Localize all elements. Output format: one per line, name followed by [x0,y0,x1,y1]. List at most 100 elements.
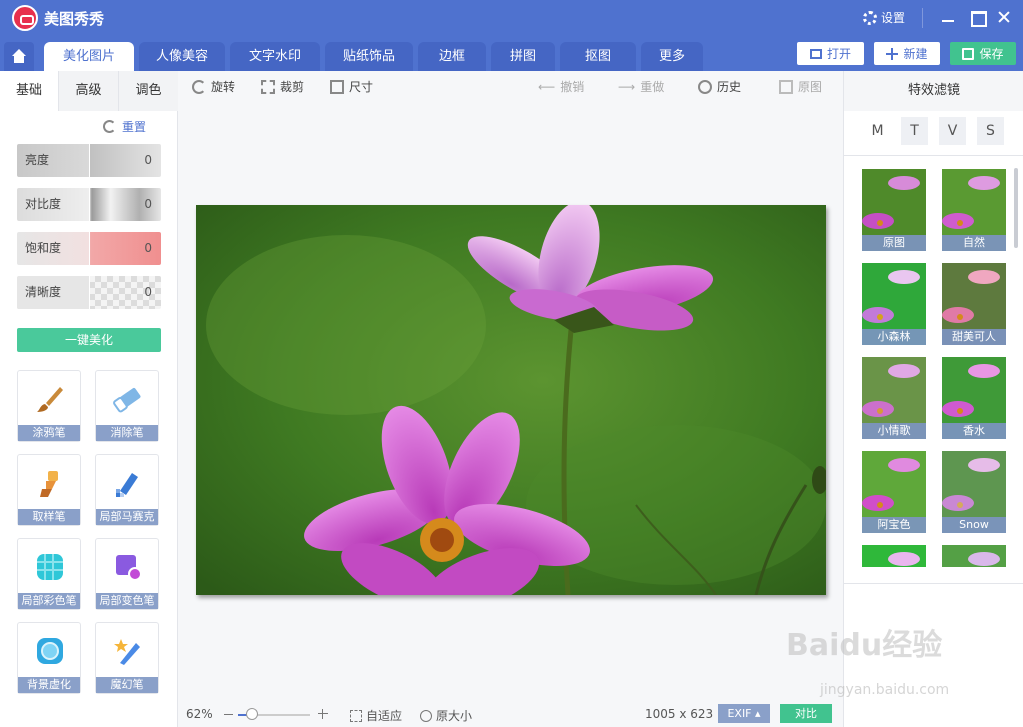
local-mosaic-tool[interactable]: 局部马赛克 [95,454,159,526]
recolor-icon [116,555,142,581]
new-button[interactable]: 新建 [874,42,940,65]
settings-button[interactable]: 设置 [863,9,905,26]
filter-love-song[interactable]: 小情歌 [862,357,926,439]
filter-label: Snow [942,517,1006,533]
category-s[interactable]: S [977,117,1004,145]
close-button[interactable] [996,9,1012,25]
filter-original[interactable]: 原图 [862,169,926,251]
reset-button[interactable]: 重置 [103,118,146,135]
reset-label: 重置 [122,120,147,134]
filter-perfume[interactable]: 香水 [942,357,1006,439]
tab-text[interactable]: 文字水印 [230,42,320,71]
window-divider [922,8,923,28]
image-dimensions: 1005 x 623 [645,707,714,721]
crop-button[interactable]: 裁剪 [261,78,304,95]
background-blur-tool[interactable]: 背景虚化 [17,622,81,694]
category-m[interactable]: M [864,117,891,145]
original-button[interactable]: 原图 [779,78,822,95]
status-bar: 62% 自适应 原大小 1005 x 623 EXIF ▴ 对比 [178,703,843,727]
color-grid-icon [37,554,63,580]
filter-sweet[interactable]: 甜美可人 [942,263,1006,345]
category-v[interactable]: V [939,117,966,145]
doodle-pen-tool[interactable]: 涂鸦笔 [17,370,81,442]
mosaic-pen-icon [116,473,138,497]
tab-cutout[interactable]: 抠图 [560,42,636,71]
filter-partial[interactable] [942,545,1006,567]
filter-partial[interactable] [862,545,926,567]
redo-button[interactable]: ⟶ 重做 [618,78,664,95]
edit-toolbar: 旋转 裁剪 尺寸 ⟵ 撤销 ⟶ 重做 历史 原图 [178,71,843,101]
filter-thumbnail [862,545,926,567]
zoom-out-button[interactable] [224,714,233,715]
magic-wand-icon [114,639,140,665]
one-click-beautify-button[interactable]: 一键美化 [17,328,161,352]
local-color-pen-tool[interactable]: 局部彩色笔 [17,538,81,610]
tab-portrait[interactable]: 人像美容 [139,42,225,71]
tab-beautify[interactable]: 美化图片 [44,42,134,71]
photo-canvas[interactable] [196,205,826,595]
slider-value: 0 [89,144,161,177]
image-icon [779,79,793,94]
undo-button[interactable]: ⟵ 撤销 [538,78,584,95]
brightness-slider[interactable]: 亮度 0 [17,144,161,177]
cosmos-flower-photo [196,205,826,595]
subtab-color[interactable]: 调色 [118,71,178,111]
save-button[interactable]: 保存 [950,42,1016,65]
slider-value: 0 [89,188,161,221]
save-icon [962,47,975,60]
tool-label: 局部马赛克 [96,509,158,525]
tab-more[interactable]: 更多 [641,42,703,71]
contrast-slider[interactable]: 对比度 0 [17,188,161,221]
history-label: 历史 [717,80,742,94]
tab-stickers[interactable]: 贴纸饰品 [325,42,413,71]
editor-area: 旋转 裁剪 尺寸 ⟵ 撤销 ⟶ 重做 历史 原图 62% 自适应 原大小 100… [178,71,843,727]
tab-collage[interactable]: 拼图 [491,42,555,71]
actual-size-button[interactable]: 原大小 [420,707,472,724]
subtab-advanced[interactable]: 高级 [58,71,118,111]
home-icon [12,49,26,63]
filter-natural[interactable]: 自然 [942,169,1006,251]
saturation-slider[interactable]: 饱和度 0 [17,232,161,265]
tool-label: 局部变色笔 [96,593,158,609]
filter-snow[interactable]: Snow [942,451,1006,533]
maximize-button[interactable] [969,9,987,27]
scissors-icon [261,79,275,94]
image-icon [809,48,822,59]
app-title: 美图秀秀 [44,10,105,28]
reset-icon [103,120,116,133]
subtab-basic[interactable]: 基础 [0,71,58,111]
eraser-tool[interactable]: 消除笔 [95,370,159,442]
filter-abao[interactable]: 阿宝色 [862,451,926,533]
rotate-button[interactable]: 旋转 [192,78,235,95]
zoom-slider-thumb[interactable] [246,708,258,720]
tool-label: 背景虚化 [18,677,80,693]
magic-pen-tool[interactable]: 魔幻笔 [95,622,159,694]
slider-label: 清晰度 [17,276,89,309]
baidu-watermark: Baidu经验 [786,628,943,663]
tab-frames[interactable]: 边框 [418,42,486,71]
home-tab[interactable] [4,42,34,71]
fit-button[interactable]: 自适应 [350,707,402,724]
open-button[interactable]: 打开 [797,42,864,65]
fit-icon [350,709,362,722]
sample-pen-tool[interactable]: 取样笔 [17,454,81,526]
exif-button[interactable]: EXIF ▴ [718,704,770,723]
category-t[interactable]: T [901,117,928,145]
panel-divider [844,583,1023,584]
resize-icon [330,79,344,94]
tool-label: 魔幻笔 [96,677,158,693]
app-logo-icon [12,5,38,31]
minimize-button[interactable] [940,9,956,25]
size-button[interactable]: 尺寸 [330,78,373,95]
actual-size-label: 原大小 [436,709,473,723]
zoom-in-button[interactable] [318,709,328,719]
compare-button[interactable]: 对比 [780,704,832,723]
history-button[interactable]: 历史 [698,78,741,95]
filter-scrollbar[interactable] [1014,168,1018,248]
clarity-slider[interactable]: 清晰度 0 [17,276,161,309]
plus-icon [886,47,899,60]
panel-divider [844,155,1023,156]
local-recolor-pen-tool[interactable]: 局部变色笔 [95,538,159,610]
filter-little-forest[interactable]: 小森林 [862,263,926,345]
slider-label: 饱和度 [25,241,62,255]
